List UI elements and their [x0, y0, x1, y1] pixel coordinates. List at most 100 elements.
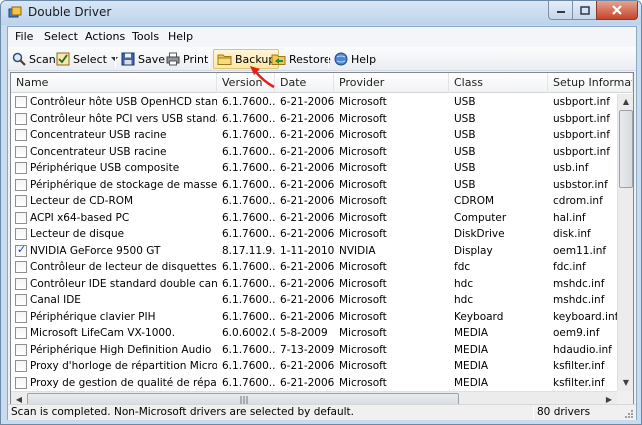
- cell-provider: Microsoft: [339, 327, 387, 339]
- column-class[interactable]: Class: [449, 73, 548, 93]
- menu-tools[interactable]: Tools: [132, 30, 159, 43]
- select-button[interactable]: Select: [56, 49, 122, 69]
- table-row[interactable]: Contrôleur hôte PCI vers USB standard 6.…: [11, 111, 617, 128]
- cell-setup: hdaudio.inf: [553, 343, 612, 356]
- help-label: Help: [351, 52, 377, 66]
- cell-date: 6-21-2006: [280, 228, 334, 240]
- cell-provider: Microsoft: [339, 211, 387, 224]
- menu-bar: File Select Actions Tools Help: [8, 27, 636, 47]
- cell-class: USB: [454, 145, 476, 158]
- cell-provider: Microsoft: [339, 360, 387, 372]
- cell-name: Contrôleur hôte USB OpenHCD standard: [30, 96, 217, 108]
- table-row[interactable]: Périphérique High Definition Audio 6.1.7…: [11, 342, 617, 359]
- table-row[interactable]: Périphérique de stockage de masse USB 6.…: [11, 177, 617, 194]
- status-message: Scan is completed. Non-Microsoft drivers…: [11, 406, 354, 418]
- cell-class: MEDIA: [454, 343, 489, 356]
- vertical-scrollbar[interactable]: ▲ ▼: [617, 94, 633, 391]
- cell-setup: usbstor.inf: [553, 178, 608, 191]
- cell-class: DiskDrive: [454, 228, 505, 240]
- print-button[interactable]: Print: [166, 49, 208, 69]
- cell-date: 6-21-2006: [280, 294, 334, 306]
- table-row[interactable]: Contrôleur hôte USB OpenHCD standard 6.1…: [11, 94, 617, 111]
- toolbar-separator: [209, 50, 210, 68]
- cell-version: 6.1.7600....: [222, 294, 275, 306]
- magnifier-icon: [12, 52, 26, 66]
- cell-date: 6-21-2006: [280, 96, 334, 108]
- cell-setup: ksfilter.inf: [553, 360, 605, 372]
- driver-count: 80 drivers: [537, 406, 591, 418]
- title-bar[interactable]: Double Driver: [1, 1, 641, 25]
- minimize-button[interactable]: [548, 1, 573, 20]
- cell-date: 6-21-2006: [280, 360, 334, 372]
- cell-setup: keyboard.inf: [553, 310, 617, 323]
- cell-name: ACPI x64-based PC: [30, 211, 130, 224]
- cell-provider: Microsoft: [339, 195, 387, 207]
- print-label: Print: [183, 52, 209, 66]
- vertical-scroll-thumb[interactable]: [619, 110, 633, 188]
- cell-provider: Microsoft: [339, 294, 387, 306]
- help-button[interactable]: Help: [334, 49, 376, 69]
- scan-button[interactable]: Scan: [12, 49, 56, 69]
- resize-grip-icon[interactable]: [622, 407, 634, 419]
- cell-name: Contrôleur de lecteur de disquettes stan…: [30, 261, 217, 273]
- save-button[interactable]: Save: [121, 49, 165, 69]
- status-separator: [533, 406, 534, 420]
- driver-list: Name Version Date Provider Class Setup I…: [10, 72, 634, 408]
- cell-setup: usbport.inf: [553, 112, 610, 125]
- cell-version: 6.1.7600....: [222, 277, 275, 290]
- column-name[interactable]: Name: [11, 73, 217, 93]
- table-row[interactable]: Périphérique clavier PIH 6.1.7600.... 6-…: [11, 309, 617, 326]
- table-row[interactable]: Lecteur de CD-ROM 6.1.7600.... 6-21-2006…: [11, 193, 617, 210]
- cell-name: Périphérique clavier PIH: [30, 310, 156, 323]
- cell-provider: Microsoft: [339, 129, 387, 141]
- checklist-icon: [56, 52, 70, 66]
- cell-provider: Microsoft: [339, 228, 387, 240]
- table-row[interactable]: ACPI x64-based PC 6.1.7600.... 6-21-2006…: [11, 210, 617, 227]
- table-row[interactable]: Contrôleur de lecteur de disquettes stan…: [11, 259, 617, 276]
- cell-setup: cdrom.inf: [553, 195, 603, 207]
- cell-name: Périphérique de stockage de masse USB: [30, 178, 217, 191]
- table-row[interactable]: Contrôleur IDE standard double canal PCI…: [11, 276, 617, 293]
- cell-date: 6-21-2006: [280, 145, 334, 158]
- table-row[interactable]: Concentrateur USB racine 6.1.7600.... 6-…: [11, 144, 617, 161]
- scroll-down-icon[interactable]: ▼: [618, 375, 633, 391]
- table-row[interactable]: Proxy d'horloge de répartition Microsoft…: [11, 358, 617, 375]
- menu-help[interactable]: Help: [168, 30, 193, 43]
- cell-setup: oem11.inf: [553, 244, 607, 257]
- table-row[interactable]: Canal IDE 6.1.7600.... 6-21-2006 Microso…: [11, 292, 617, 309]
- column-setup-information[interactable]: Setup Informati: [548, 73, 633, 93]
- scroll-up-icon[interactable]: ▲: [618, 94, 633, 110]
- cell-class: MEDIA: [454, 376, 489, 389]
- cell-provider: Microsoft: [339, 145, 387, 158]
- cell-date: 6-21-2006: [280, 178, 334, 191]
- table-row[interactable]: Proxy de gestion de qualité de répartiti…: [11, 375, 617, 392]
- menu-select[interactable]: Select: [44, 30, 78, 43]
- table-row[interactable]: Concentrateur USB racine 6.1.7600.... 6-…: [11, 127, 617, 144]
- cell-date: 6-21-2006: [280, 195, 334, 207]
- cell-class: USB: [454, 112, 476, 125]
- cell-version: 6.1.7600....: [222, 145, 275, 158]
- column-date[interactable]: Date: [275, 73, 334, 93]
- table-row[interactable]: Lecteur de disque 6.1.7600.... 6-21-2006…: [11, 226, 617, 243]
- cell-version: 6.1.7600....: [222, 195, 275, 207]
- cell-date: 6-21-2006: [280, 261, 334, 273]
- table-rows: Contrôleur hôte USB OpenHCD standard 6.1…: [11, 94, 617, 391]
- client-area: File Select Actions Tools Help Scan Sele…: [7, 26, 637, 420]
- column-provider[interactable]: Provider: [334, 73, 449, 93]
- table-row[interactable]: Microsoft LifeCam VX-1000. 6.0.6002.0 5-…: [11, 325, 617, 342]
- table-row[interactable]: NVIDIA GeForce 9500 GT 8.17.11.9... 1-11…: [11, 243, 617, 260]
- cell-date: 6-21-2006: [280, 277, 334, 290]
- cell-version: 6.1.7600....: [222, 360, 275, 372]
- grip-lines-icon: [240, 396, 248, 404]
- table-row[interactable]: Périphérique USB composite 6.1.7600.... …: [11, 160, 617, 177]
- menu-actions[interactable]: Actions: [85, 30, 125, 43]
- restore-button[interactable]: Restore: [271, 49, 331, 69]
- cell-version: 6.0.6002.0: [222, 327, 275, 339]
- menu-file[interactable]: File: [15, 30, 33, 43]
- cell-name: Microsoft LifeCam VX-1000.: [30, 327, 176, 339]
- cell-date: 7-13-2009: [280, 343, 334, 356]
- cell-version: 6.1.7600....: [222, 343, 275, 356]
- close-button[interactable]: [596, 1, 638, 20]
- cell-name: Proxy de gestion de qualité de répartiti…: [30, 376, 217, 389]
- maximize-button[interactable]: [572, 1, 597, 20]
